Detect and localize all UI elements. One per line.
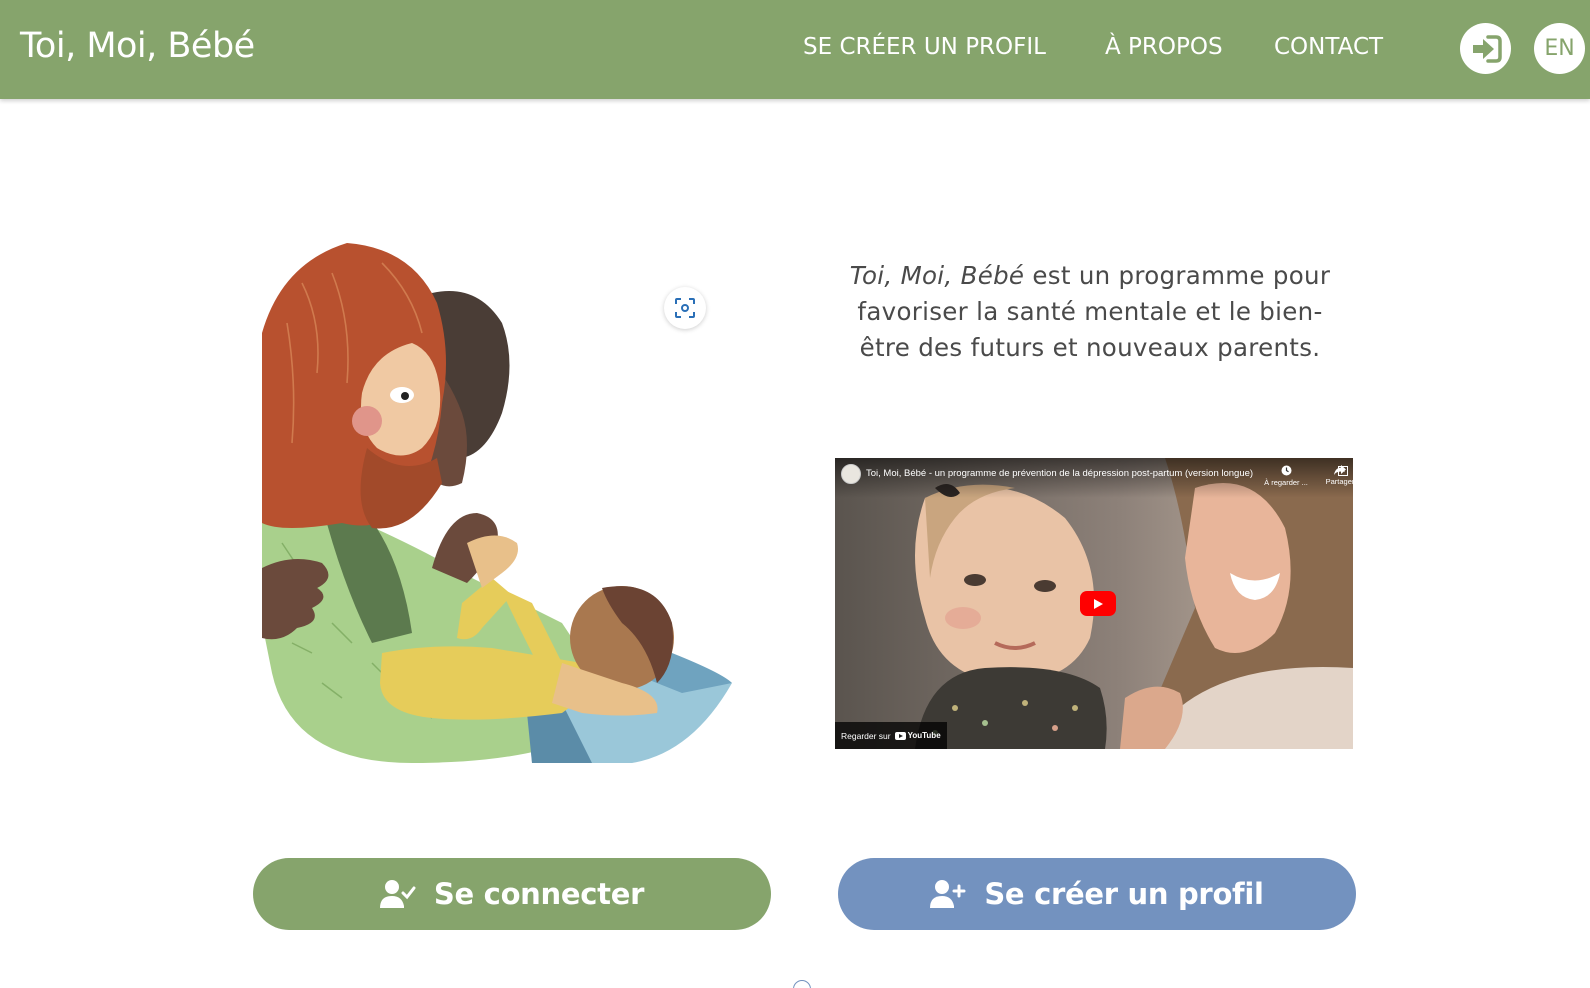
channel-avatar[interactable]	[841, 464, 861, 484]
focus-scan-icon	[675, 298, 695, 318]
watch-on-youtube-link[interactable]: Regarder sur YouTube	[835, 722, 947, 749]
nav-create-profile[interactable]: SE CRÉER UN PROFIL	[803, 34, 1046, 60]
signup-cta-button[interactable]: Se créer un profil	[838, 858, 1356, 930]
top-navigation-bar: Toi, Moi, Bébé SE CRÉER UN PROFIL À PROP…	[0, 0, 1590, 99]
login-cta-button[interactable]: Se connecter	[253, 858, 771, 930]
embedded-video-player[interactable]: Toi, Moi, Bébé - un programme de prévent…	[835, 458, 1353, 749]
image-zoom-button[interactable]	[664, 287, 706, 329]
youtube-play-icon	[894, 731, 906, 740]
share-label: Partager	[1325, 477, 1353, 486]
watch-later-label: À regarder ...	[1264, 478, 1308, 487]
watch-on-label: Regarder sur	[841, 730, 891, 741]
close-icon[interactable]: ×	[1338, 466, 1348, 476]
user-check-icon	[379, 880, 416, 908]
login-button[interactable]	[1460, 23, 1511, 74]
login-cta-label: Se connecter	[433, 877, 645, 911]
play-icon	[1094, 598, 1103, 609]
play-button[interactable]	[1080, 591, 1116, 616]
brand-logo-text[interactable]: Toi, Moi, Bébé	[20, 26, 255, 66]
youtube-label: YouTube	[907, 731, 941, 740]
youtube-logo: YouTube	[894, 731, 941, 740]
nav-contact[interactable]: CONTACT	[1274, 34, 1383, 60]
sign-in-icon	[1472, 34, 1502, 63]
language-toggle-button[interactable]: EN	[1534, 23, 1585, 74]
user-plus-icon	[930, 880, 966, 908]
watch-later-button[interactable]: À regarder ...	[1258, 465, 1314, 487]
signup-cta-label: Se créer un profil	[984, 877, 1264, 911]
scroll-down-indicator[interactable]	[793, 980, 811, 988]
intro-program-name: Toi, Moi, Bébé	[849, 261, 1025, 290]
nav-about[interactable]: À PROPOS	[1105, 34, 1223, 60]
video-title[interactable]: Toi, Moi, Bébé - un programme de prévent…	[866, 468, 1253, 479]
clock-icon	[1281, 465, 1291, 476]
intro-paragraph: Toi, Moi, Bébé est un programme pour fav…	[835, 258, 1345, 366]
